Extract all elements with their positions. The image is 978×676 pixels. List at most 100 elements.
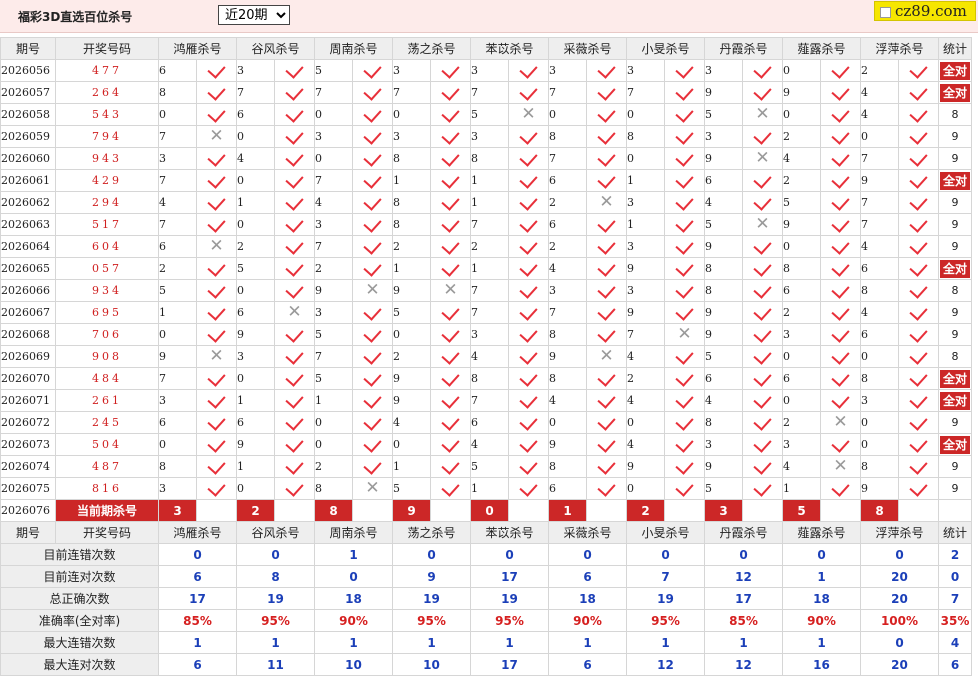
correct-count: 9 — [951, 152, 959, 165]
check-icon — [675, 104, 694, 123]
check-icon — [207, 60, 226, 79]
result-mark-cell — [820, 59, 861, 82]
summary-value: 2 — [938, 543, 972, 566]
cross-icon: ✕ — [755, 214, 770, 234]
result-mark-cell — [274, 411, 315, 434]
check-icon — [753, 456, 772, 475]
table-row: 2026066 934 5 0 9 ✕ 9 ✕ 7 3 3 8 6 8 8 — [0, 279, 972, 302]
result-mark-cell — [430, 389, 471, 412]
period-cell: 2026056 — [0, 59, 56, 82]
result-mark-cell — [274, 455, 315, 478]
kill-number-cell: 3 — [314, 125, 353, 148]
stat-cell: 9 — [938, 455, 972, 478]
result-mark-cell — [508, 213, 549, 236]
check-icon — [441, 60, 460, 79]
check-icon — [831, 236, 850, 255]
result-mark-cell — [664, 213, 705, 236]
kill-number-cell: 2 — [314, 455, 353, 478]
kill-number-cell: 2 — [392, 345, 431, 368]
result-mark-cell: ✕ — [820, 411, 861, 434]
check-icon — [597, 368, 616, 387]
result-mark-cell: ✕ — [430, 279, 471, 302]
result-mark-cell — [898, 411, 939, 434]
table-row: 2026065 057 2 5 2 1 1 4 9 8 8 6 全对 — [0, 257, 972, 280]
result-mark-cell — [430, 125, 471, 148]
kill-number-cell: 7 — [314, 235, 353, 258]
kill-number-cell: 3 — [314, 213, 353, 236]
result-mark-cell — [352, 103, 393, 126]
summary-label: 最大连对次数 — [0, 653, 159, 676]
result-mark-cell — [352, 389, 393, 412]
check-icon — [363, 324, 382, 343]
header-expert-3: 周南杀号 — [314, 521, 393, 544]
result-mark-cell — [586, 81, 627, 104]
period-select[interactable]: 近20期 — [218, 5, 290, 25]
result-mark-cell — [664, 235, 705, 258]
check-icon — [207, 412, 226, 431]
summary-value: 35% — [938, 609, 972, 632]
result-mark-cell — [742, 433, 783, 456]
summary-row: 最大连对次数 6 11 10 10 17 6 12 12 16 20 6 — [0, 653, 972, 676]
check-icon — [597, 148, 616, 167]
header-expert-1: 鸿雁杀号 — [158, 37, 237, 60]
kill-number-cell: 7 — [158, 213, 197, 236]
result-mark-cell — [196, 433, 237, 456]
result-mark-cell — [508, 147, 549, 170]
kill-number-cell: 1 — [236, 191, 275, 214]
result-mark-cell — [820, 301, 861, 324]
kill-number-cell: 1 — [158, 301, 197, 324]
kill-number-cell: 1 — [392, 257, 431, 280]
summary-value: 17 — [470, 653, 549, 676]
result-mark-cell — [586, 257, 627, 280]
summary-value: 18 — [314, 587, 393, 610]
summary-value: 0 — [938, 565, 972, 588]
draw-number-cell: 487 — [55, 455, 159, 478]
kill-number-cell: 1 — [236, 389, 275, 412]
current-kill-blank — [664, 499, 705, 522]
cross-icon: ✕ — [365, 280, 380, 300]
all-correct-badge: 全对 — [939, 435, 970, 454]
check-icon — [597, 170, 616, 189]
result-mark-cell — [430, 213, 471, 236]
kill-number-cell: 8 — [782, 257, 821, 280]
result-mark-cell — [196, 455, 237, 478]
kill-number-cell: 4 — [860, 301, 899, 324]
check-icon — [363, 148, 382, 167]
stat-cell: 9 — [938, 411, 972, 434]
result-mark-cell — [586, 235, 627, 258]
check-icon — [753, 324, 772, 343]
kill-number-cell: 3 — [626, 59, 665, 82]
kill-number-cell: 3 — [704, 59, 743, 82]
header-expert-10: 浮萍杀号 — [860, 521, 939, 544]
check-icon — [519, 434, 538, 453]
stat-cell: 全对 — [938, 59, 972, 82]
result-mark-cell: ✕ — [664, 323, 705, 346]
kill-number-cell: 0 — [158, 433, 197, 456]
check-icon — [597, 236, 616, 255]
summary-value: 100% — [860, 609, 939, 632]
kill-number-cell: 7 — [470, 301, 509, 324]
check-icon — [207, 434, 226, 453]
site-logo[interactable]: cz89.com — [874, 1, 976, 21]
result-mark-cell — [352, 455, 393, 478]
result-mark-cell — [196, 213, 237, 236]
kill-number-cell: 0 — [626, 477, 665, 500]
check-icon — [285, 434, 304, 453]
current-kill-blank — [742, 499, 783, 522]
result-mark-cell — [820, 125, 861, 148]
summary-value: 1 — [626, 631, 705, 654]
kill-number-cell: 9 — [392, 389, 431, 412]
check-icon — [831, 346, 850, 365]
result-mark-cell: ✕ — [352, 279, 393, 302]
kill-number-cell: 4 — [392, 411, 431, 434]
result-mark-cell — [196, 81, 237, 104]
result-mark-cell — [274, 169, 315, 192]
result-mark-cell — [898, 389, 939, 412]
kill-number-cell: 6 — [860, 323, 899, 346]
check-icon — [207, 214, 226, 233]
check-icon — [909, 126, 928, 145]
check-icon — [675, 170, 694, 189]
kill-number-cell: 9 — [548, 433, 587, 456]
kill-number-cell: 3 — [782, 433, 821, 456]
header-expert-8: 丹霞杀号 — [704, 37, 783, 60]
